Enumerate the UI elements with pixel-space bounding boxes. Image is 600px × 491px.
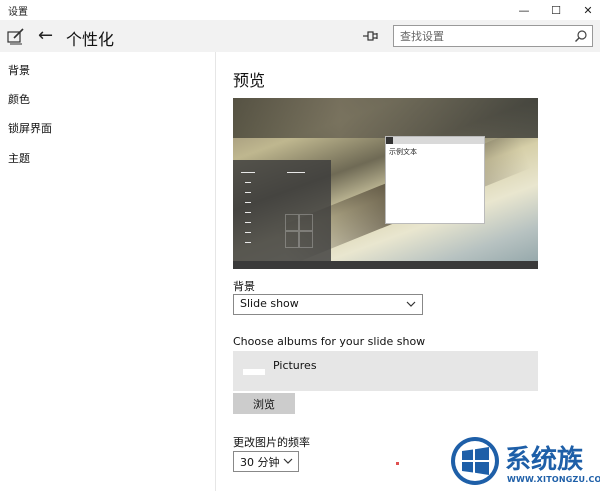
pin-icon[interactable]: [362, 29, 378, 43]
preview-start-menu: [233, 160, 331, 262]
background-dropdown[interactable]: Slide show: [233, 294, 423, 315]
chevron-down-icon: [406, 301, 416, 307]
sidebar-item-themes[interactable]: 主题: [8, 150, 30, 166]
frequency-dropdown[interactable]: 30 分钟: [233, 451, 299, 472]
close-button[interactable]: ✕: [572, 0, 600, 20]
albums-label: Choose albums for your slide show: [233, 335, 426, 348]
sidebar-item-colors[interactable]: 颜色: [8, 91, 30, 107]
preview-heading: 预览: [233, 71, 266, 90]
album-item[interactable]: Pictures: [233, 351, 538, 391]
background-dropdown-value: Slide show: [240, 297, 299, 310]
album-name: Pictures: [273, 359, 317, 372]
frequency-dropdown-value: 30 分钟: [240, 456, 280, 469]
watermark-url: WWW.XITONGZU.COM: [507, 475, 600, 484]
page-title: 个性化: [66, 30, 115, 49]
browse-button[interactable]: 浏览: [233, 393, 295, 414]
app-title: 设置: [8, 7, 28, 18]
back-arrow-icon[interactable]: ←: [38, 24, 58, 48]
chevron-down-icon: [283, 458, 293, 464]
edit-icon[interactable]: [6, 26, 26, 46]
header-bar: ← 个性化: [0, 20, 600, 52]
watermark-logo: 系统族 WWW.XITONGZU.COM: [449, 433, 600, 491]
title-bar: 设置 — ☐ ✕: [0, 0, 600, 20]
sample-text: 示例文本: [389, 148, 417, 156]
sidebar-item-background[interactable]: 背景: [8, 62, 30, 78]
background-label: 背景: [233, 280, 255, 293]
search-box[interactable]: [393, 25, 593, 47]
maximize-button[interactable]: ☐: [540, 0, 572, 20]
preview-taskbar: [233, 261, 538, 269]
watermark-title: 系统族: [505, 445, 584, 475]
main-content: 预览 示例文本 背景 Slide show Choose albums for …: [217, 52, 600, 491]
search-icon[interactable]: [574, 29, 588, 43]
minimize-button[interactable]: —: [508, 0, 540, 20]
preview-sample-window: 示例文本: [385, 136, 485, 224]
windows-logo-icon: [451, 437, 499, 485]
frequency-label: 更改图片的频率: [233, 436, 310, 449]
album-thumbnail: [243, 369, 265, 375]
sidebar-item-lock-screen[interactable]: 锁屏界面: [8, 120, 52, 136]
sidebar: 背景 颜色 锁屏界面 主题: [0, 52, 216, 491]
search-input[interactable]: [394, 26, 572, 46]
desktop-preview: 示例文本: [233, 98, 538, 269]
